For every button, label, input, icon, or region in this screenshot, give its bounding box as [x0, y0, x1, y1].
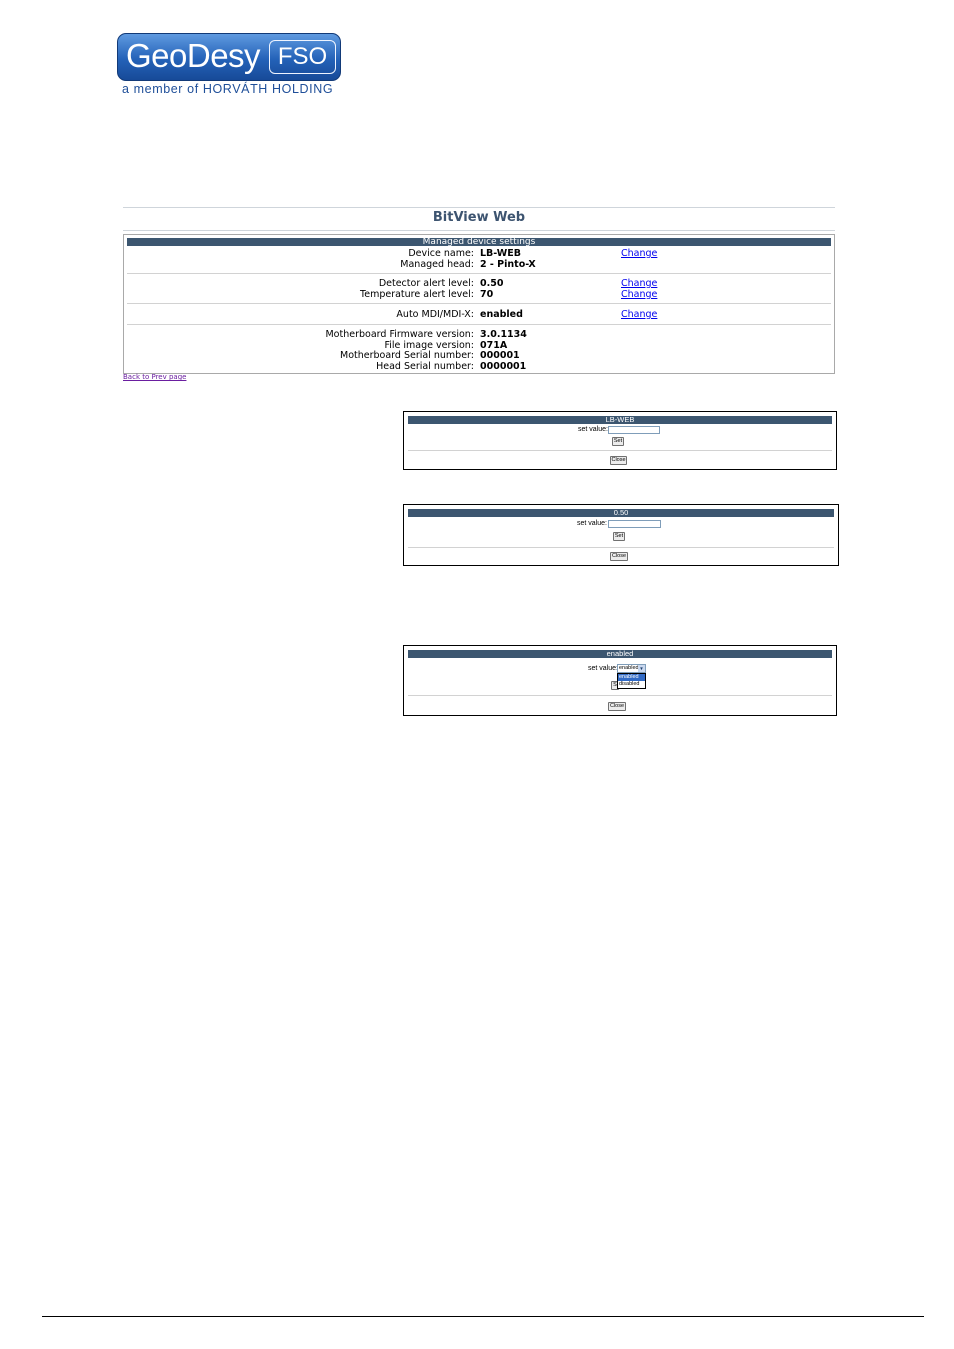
change-temperature-alert-link[interactable]: Change	[621, 289, 657, 300]
device-settings-panel: Managed device settings Device name: LB-…	[123, 234, 835, 374]
setting-row-managed-head: Managed head: 2 - Pinto-X	[124, 259, 830, 270]
info-value: 0000001	[480, 361, 527, 372]
section-divider	[127, 303, 831, 304]
close-button[interactable]: Close	[610, 456, 627, 465]
option-disabled[interactable]: disabled	[618, 681, 645, 688]
set-value-label: set value:	[588, 665, 618, 672]
change-detector-alert-link[interactable]: Change	[621, 278, 657, 289]
info-label: Motherboard Serial number:	[340, 350, 474, 361]
logo-brand-sub: FSO	[269, 40, 336, 74]
change-device-name-link[interactable]: Change	[621, 248, 657, 259]
set-button[interactable]: Set	[613, 532, 625, 541]
info-value: 000001	[480, 350, 520, 361]
logo-tagline: a member of HORVÁTH HOLDING	[122, 82, 334, 96]
setting-value: 2 - Pinto-X	[480, 259, 536, 270]
setting-value: enabled	[480, 309, 523, 320]
section-divider	[127, 273, 831, 274]
logo-brand-main: GeoDesy	[126, 37, 261, 74]
title-rule-top	[123, 207, 835, 208]
setting-label: Detector alert level:	[378, 278, 474, 289]
info-row-firmware: Motherboard Firmware version: 3.0.1134	[124, 329, 830, 340]
set-value-label: set value:	[577, 520, 607, 527]
set-detector-alert-dialog: 0.50 set value: Set Close	[403, 504, 839, 566]
company-logo: GeoDesy FSO a member of HORVÁTH HOLDING	[117, 33, 343, 97]
set-value-select[interactable]: enabled ▼	[617, 664, 646, 673]
logo-badge: GeoDesy FSO	[117, 33, 341, 81]
selected-option: enabled	[619, 665, 639, 671]
setting-row-temperature-alert: Temperature alert level: 70 Change	[124, 289, 830, 300]
info-row-head-serial: Head Serial number: 0000001	[124, 361, 830, 372]
setting-label: Managed head:	[400, 259, 474, 270]
set-value-input[interactable]	[608, 520, 661, 528]
set-value-label: set value:	[578, 426, 608, 433]
setting-value: LB-WEB	[480, 248, 522, 259]
dialog-title: enabled	[408, 650, 832, 658]
dialog-divider	[408, 450, 832, 451]
select-dropdown-list: enabled disabled	[617, 673, 646, 689]
dialog-title: 0.50	[408, 509, 834, 517]
set-auto-mdi-dialog: enabled set value: S enabled ▼ enabled d…	[403, 645, 837, 716]
set-button[interactable]: Set	[612, 437, 624, 446]
back-to-prev-page-link[interactable]: Back to Prev page	[123, 373, 186, 381]
info-label: Head Serial number:	[376, 361, 474, 372]
setting-row-detector-alert: Detector alert level: 0.50 Change	[124, 278, 830, 289]
setting-row-device-name: Device name: LB-WEB Change	[124, 248, 830, 259]
set-device-name-dialog: LB-WEB set value: Set Close	[403, 411, 837, 470]
panel-title: Managed device settings	[127, 238, 831, 247]
info-label: Motherboard Firmware version:	[325, 329, 474, 340]
app-title: BitView Web	[432, 210, 526, 225]
close-button[interactable]: Close	[608, 702, 626, 711]
title-rule-bottom	[123, 230, 835, 231]
info-row-mb-serial: Motherboard Serial number: 000001	[124, 350, 830, 361]
setting-label: Device name:	[408, 248, 474, 259]
dialog-divider	[408, 695, 832, 696]
setting-value: 0.50	[480, 278, 504, 289]
chevron-down-icon[interactable]: ▼	[638, 665, 645, 672]
section-divider	[127, 324, 831, 325]
info-value: 3.0.1134	[480, 329, 527, 340]
dialog-title: LB-WEB	[408, 416, 832, 424]
setting-value: 70	[480, 289, 494, 300]
setting-row-auto-mdi: Auto MDI/MDI-X: enabled Change	[124, 309, 830, 320]
close-button[interactable]: Close	[610, 552, 628, 561]
setting-label: Temperature alert level:	[360, 289, 474, 300]
set-value-input[interactable]	[608, 426, 660, 434]
option-enabled[interactable]: enabled	[618, 674, 645, 681]
dialog-divider	[408, 547, 834, 548]
page-footer-rule	[42, 1316, 924, 1317]
setting-label: Auto MDI/MDI-X:	[396, 309, 474, 320]
change-auto-mdi-link[interactable]: Change	[621, 309, 657, 320]
